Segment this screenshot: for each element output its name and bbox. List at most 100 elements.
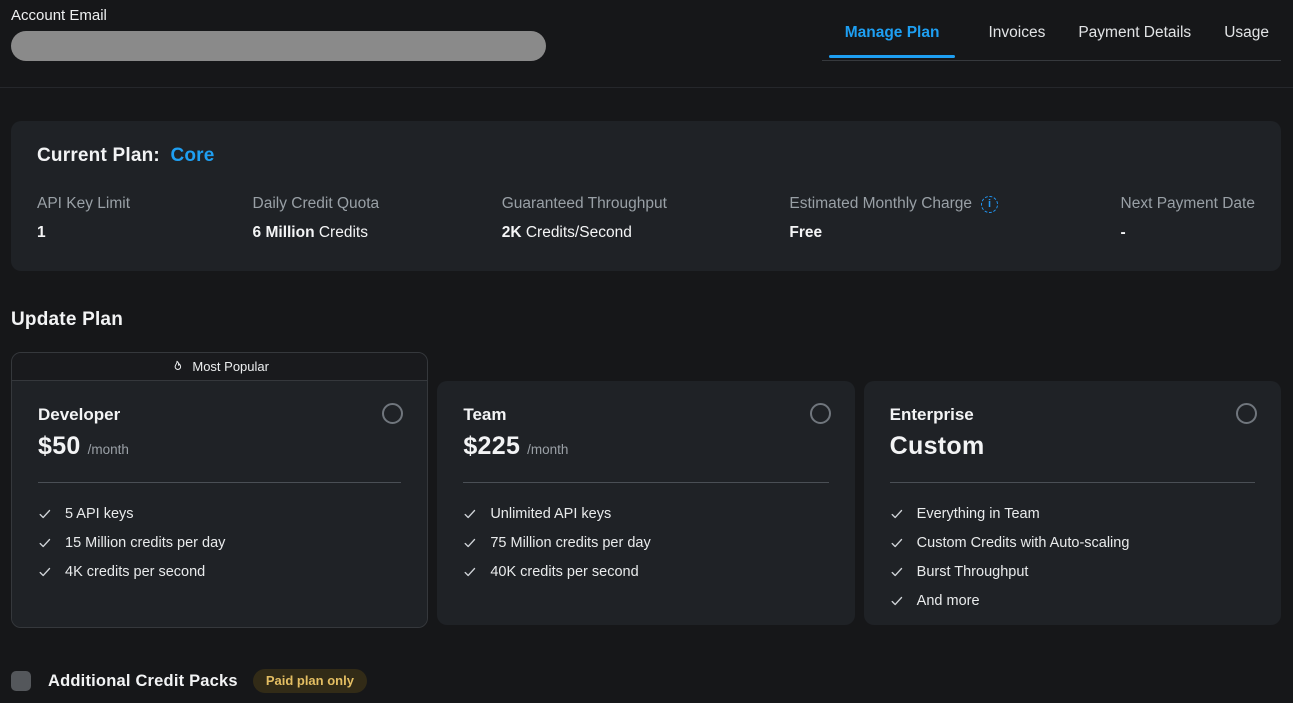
stat-guaranteed-throughput: Guaranteed Throughput 2K Credits/Second — [502, 195, 667, 242]
feature-item: And more — [890, 593, 1255, 609]
feature-list: Everything in Team Custom Credits with A… — [890, 506, 1255, 609]
plan-price: $50 — [38, 432, 81, 461]
plan-name: Enterprise — [890, 405, 1255, 425]
additional-credit-packs-label: Additional Credit Packs — [48, 672, 238, 691]
stat-value: - — [1121, 224, 1255, 242]
stat-next-payment-date: Next Payment Date - — [1121, 195, 1255, 242]
most-popular-label: Most Popular — [192, 359, 269, 374]
plan-price-row: Custom — [890, 432, 1255, 461]
feature-item: 4K credits per second — [38, 564, 401, 580]
feature-item: Unlimited API keys — [463, 506, 828, 522]
feature-text: Unlimited API keys — [490, 506, 611, 522]
check-icon — [463, 565, 477, 579]
feature-text: Custom Credits with Auto-scaling — [917, 535, 1130, 551]
stat-value: 2K Credits/Second — [502, 224, 667, 242]
stat-label-text: Daily Credit Quota — [253, 195, 380, 213]
stat-label: API Key Limit — [37, 195, 130, 213]
feature-text: 15 Million credits per day — [65, 535, 225, 551]
tab-manage-plan[interactable]: Manage Plan — [829, 24, 956, 58]
feature-item: Custom Credits with Auto-scaling — [890, 535, 1255, 551]
feature-item: 40K credits per second — [463, 564, 828, 580]
stat-value-bold: Free — [789, 224, 822, 241]
check-icon — [890, 565, 904, 579]
plan-wrapper-team: Team $225 /month Unlimited API keys 75 M… — [437, 381, 854, 628]
stat-value-bold: 6 Million — [253, 224, 315, 241]
tab-usage[interactable]: Usage — [1224, 24, 1269, 58]
account-email-input[interactable] — [11, 31, 546, 61]
plans-grid: Most Popular Developer $50 /month 5 API … — [11, 352, 1281, 628]
stat-label-text: Estimated Monthly Charge — [789, 195, 972, 213]
page-header: Account Email Manage Plan Invoices Payme… — [0, 0, 1293, 88]
stat-estimated-monthly-charge: Estimated Monthly Charge i Free — [789, 195, 998, 242]
check-icon — [890, 594, 904, 608]
plan-price: Custom — [890, 432, 985, 461]
plan-card-developer[interactable]: Developer $50 /month 5 API keys 15 Milli… — [12, 381, 427, 627]
check-icon — [38, 565, 52, 579]
feature-item: Everything in Team — [890, 506, 1255, 522]
plan-price-row: $225 /month — [463, 432, 828, 461]
tab-payment-details[interactable]: Payment Details — [1078, 24, 1191, 58]
check-icon — [890, 536, 904, 550]
feature-text: And more — [917, 593, 980, 609]
plan-name: Developer — [38, 405, 401, 425]
current-plan-card: Current Plan: Core API Key Limit 1 Daily… — [11, 121, 1281, 271]
plan-period: /month — [527, 442, 568, 457]
plan-price-row: $50 /month — [38, 432, 401, 461]
current-plan-title-prefix: Current Plan: — [37, 145, 160, 166]
additional-credit-packs-checkbox[interactable] — [11, 671, 31, 691]
stat-api-key-limit: API Key Limit 1 — [37, 195, 130, 242]
main-content: Current Plan: Core API Key Limit 1 Daily… — [0, 121, 1293, 693]
plan-price: $225 — [463, 432, 520, 461]
check-icon — [890, 507, 904, 521]
current-plan-title: Current Plan: Core — [37, 145, 1255, 167]
feature-item: Burst Throughput — [890, 564, 1255, 580]
paid-plan-only-badge: Paid plan only — [253, 669, 367, 693]
flame-icon — [170, 360, 184, 374]
plan-wrapper-enterprise: Enterprise Custom Everything in Team Cus… — [864, 381, 1281, 628]
plan-card-team[interactable]: Team $225 /month Unlimited API keys 75 M… — [437, 381, 854, 625]
feature-text: 5 API keys — [65, 506, 134, 522]
current-plan-name: Core — [170, 145, 214, 166]
feature-text: 75 Million credits per day — [490, 535, 650, 551]
account-email-block: Account Email — [11, 7, 546, 61]
most-popular-banner: Most Popular — [12, 353, 427, 381]
stat-daily-credit-quota: Daily Credit Quota 6 Million Credits — [253, 195, 380, 242]
plan-divider — [38, 482, 401, 483]
feature-item: 15 Million credits per day — [38, 535, 401, 551]
check-icon — [463, 536, 477, 550]
info-icon[interactable]: i — [981, 196, 998, 213]
stat-label: Next Payment Date — [1121, 195, 1255, 213]
stat-value: 1 — [37, 224, 130, 242]
plan-radio-enterprise[interactable] — [1236, 403, 1257, 424]
tab-invoices[interactable]: Invoices — [988, 24, 1045, 58]
stat-value-rest: Credits/Second — [522, 224, 632, 241]
stat-value-bold: - — [1121, 224, 1126, 241]
check-icon — [463, 507, 477, 521]
stat-label-text: API Key Limit — [37, 195, 130, 213]
feature-item: 75 Million credits per day — [463, 535, 828, 551]
stat-label: Daily Credit Quota — [253, 195, 380, 213]
stat-label-text: Guaranteed Throughput — [502, 195, 667, 213]
stat-value: 6 Million Credits — [253, 224, 380, 242]
current-plan-stats: API Key Limit 1 Daily Credit Quota 6 Mil… — [37, 195, 1255, 242]
plan-divider — [890, 482, 1255, 483]
feature-text: Everything in Team — [917, 506, 1040, 522]
billing-tabs: Manage Plan Invoices Payment Details Usa… — [829, 24, 1269, 58]
feature-list: Unlimited API keys 75 Million credits pe… — [463, 506, 828, 580]
feature-text: 40K credits per second — [490, 564, 638, 580]
update-plan-heading: Update Plan — [11, 309, 1281, 331]
feature-list: 5 API keys 15 Million credits per day 4K… — [38, 506, 401, 580]
stat-label: Guaranteed Throughput — [502, 195, 667, 213]
check-icon — [38, 536, 52, 550]
stat-label: Estimated Monthly Charge i — [789, 195, 998, 213]
plan-divider — [463, 482, 828, 483]
plan-wrapper-developer: Most Popular Developer $50 /month 5 API … — [11, 352, 428, 628]
feature-text: Burst Throughput — [917, 564, 1029, 580]
tabs-underline — [822, 60, 1281, 61]
stat-value-rest: Credits — [315, 224, 368, 241]
stat-value-bold: 1 — [37, 224, 46, 241]
check-icon — [38, 507, 52, 521]
plan-card-enterprise[interactable]: Enterprise Custom Everything in Team Cus… — [864, 381, 1281, 625]
feature-text: 4K credits per second — [65, 564, 205, 580]
plan-radio-team[interactable] — [810, 403, 831, 424]
